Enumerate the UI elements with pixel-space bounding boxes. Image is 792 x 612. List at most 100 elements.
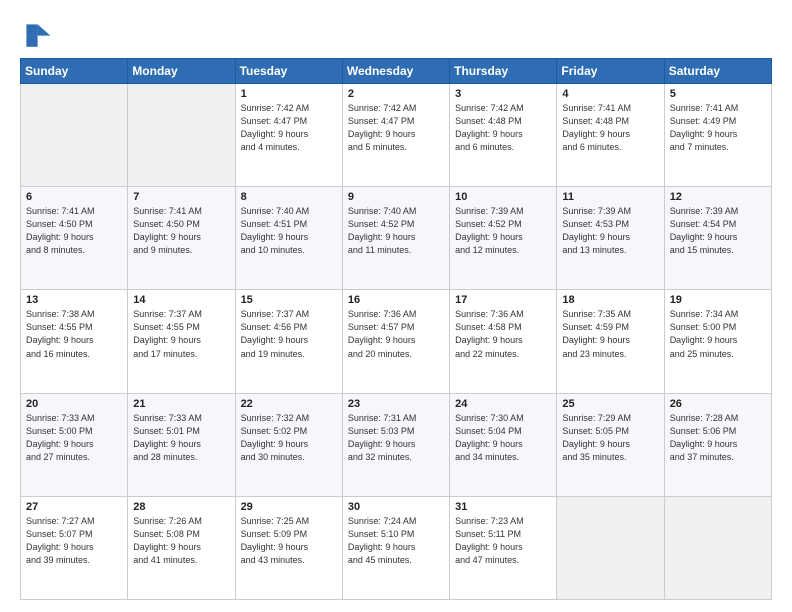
day-info: Sunrise: 7:42 AMSunset: 4:48 PMDaylight:…	[455, 102, 551, 154]
day-number: 10	[455, 191, 551, 203]
day-cell: 3 Sunrise: 7:42 AMSunset: 4:48 PMDaylight…	[450, 84, 557, 187]
day-cell: 25Sunrise: 7:29 AMSunset: 5:05 PMDayligh…	[557, 393, 664, 496]
day-info: Sunrise: 7:42 AMSunset: 4:47 PMDaylight:…	[241, 102, 337, 154]
day-cell: 30 Sunrise: 7:24 AMSunset: 5:10 PMDayligh…	[342, 496, 449, 599]
day-number: 4	[562, 88, 658, 100]
day-cell: 14Sunrise: 7:37 AMSunset: 4:55 PMDayligh…	[128, 290, 235, 393]
day-info: Sunrise: 7:40 AMSunset: 4:52 PMDaylight:…	[348, 205, 444, 257]
day-cell: 10 Sunrise: 7:39 AMSunset: 4:52 PMDayligh…	[450, 187, 557, 290]
day-info: Sunrise: 7:41 AMSunset: 4:50 PMDaylight:…	[26, 205, 122, 257]
day-number: 17	[455, 294, 551, 306]
day-cell: 17 Sunrise: 7:36 AMSunset: 4:58 PMDayligh…	[450, 290, 557, 393]
day-info: Sunrise: 7:31 AMSunset: 5:03 PMDaylight:…	[348, 412, 444, 464]
day-cell: 29 Sunrise: 7:25 AMSunset: 5:09 PMDayligh…	[235, 496, 342, 599]
day-info: Sunrise: 7:29 AMSunset: 5:05 PMDaylight:…	[562, 412, 658, 464]
day-info: Sunrise: 7:34 AMSunset: 5:00 PMDaylight:…	[670, 308, 766, 360]
day-cell	[128, 84, 235, 187]
day-info: Sunrise: 7:41 AMSunset: 4:50 PMDaylight:…	[133, 205, 229, 257]
day-info: Sunrise: 7:27 AMSunset: 5:07 PMDaylight:…	[26, 515, 122, 567]
day-cell: 11Sunrise: 7:39 AMSunset: 4:53 PMDayligh…	[557, 187, 664, 290]
logo-icon	[20, 18, 52, 50]
day-cell	[664, 496, 771, 599]
day-number: 20	[26, 398, 122, 410]
col-header-thursday: Thursday	[450, 59, 557, 84]
day-cell	[557, 496, 664, 599]
day-info: Sunrise: 7:38 AMSunset: 4:55 PMDaylight:…	[26, 308, 122, 360]
week-row-4: 27Sunrise: 7:27 AMSunset: 5:07 PMDayligh…	[21, 496, 772, 599]
day-info: Sunrise: 7:42 AMSunset: 4:47 PMDaylight:…	[348, 102, 444, 154]
day-number: 2	[348, 88, 444, 100]
day-number: 7	[133, 191, 229, 203]
day-cell: 15Sunrise: 7:37 AMSunset: 4:56 PMDayligh…	[235, 290, 342, 393]
day-info: Sunrise: 7:23 AMSunset: 5:11 PMDaylight:…	[455, 515, 551, 567]
day-number: 8	[241, 191, 337, 203]
day-number: 9	[348, 191, 444, 203]
week-row-2: 13Sunrise: 7:38 AMSunset: 4:55 PMDayligh…	[21, 290, 772, 393]
day-info: Sunrise: 7:40 AMSunset: 4:51 PMDaylight:…	[241, 205, 337, 257]
day-cell: 21 Sunrise: 7:33 AMSunset: 5:01 PMDayligh…	[128, 393, 235, 496]
day-info: Sunrise: 7:37 AMSunset: 4:56 PMDaylight:…	[241, 308, 337, 360]
day-number: 28	[133, 501, 229, 513]
day-info: Sunrise: 7:25 AMSunset: 5:09 PMDaylight:…	[241, 515, 337, 567]
day-cell: 4 Sunrise: 7:41 AMSunset: 4:48 PMDaylight…	[557, 84, 664, 187]
day-cell: 23 Sunrise: 7:31 AMSunset: 5:03 PMDayligh…	[342, 393, 449, 496]
day-number: 30	[348, 501, 444, 513]
day-number: 23	[348, 398, 444, 410]
day-info: Sunrise: 7:41 AMSunset: 4:48 PMDaylight:…	[562, 102, 658, 154]
day-info: Sunrise: 7:28 AMSunset: 5:06 PMDaylight:…	[670, 412, 766, 464]
day-cell: 22 Sunrise: 7:32 AMSunset: 5:02 PMDayligh…	[235, 393, 342, 496]
week-row-3: 20 Sunrise: 7:33 AMSunset: 5:00 PMDayligh…	[21, 393, 772, 496]
col-header-friday: Friday	[557, 59, 664, 84]
day-info: Sunrise: 7:39 AMSunset: 4:54 PMDaylight:…	[670, 205, 766, 257]
day-number: 3	[455, 88, 551, 100]
day-info: Sunrise: 7:36 AMSunset: 4:57 PMDaylight:…	[348, 308, 444, 360]
day-cell: 8 Sunrise: 7:40 AMSunset: 4:51 PMDaylight…	[235, 187, 342, 290]
day-number: 22	[241, 398, 337, 410]
day-cell: 16 Sunrise: 7:36 AMSunset: 4:57 PMDayligh…	[342, 290, 449, 393]
col-header-monday: Monday	[128, 59, 235, 84]
day-info: Sunrise: 7:24 AMSunset: 5:10 PMDaylight:…	[348, 515, 444, 567]
header-row: SundayMondayTuesdayWednesdayThursdayFrid…	[21, 59, 772, 84]
day-number: 6	[26, 191, 122, 203]
day-number: 21	[133, 398, 229, 410]
day-cell: 31 Sunrise: 7:23 AMSunset: 5:11 PMDayligh…	[450, 496, 557, 599]
day-info: Sunrise: 7:33 AMSunset: 5:00 PMDaylight:…	[26, 412, 122, 464]
day-info: Sunrise: 7:26 AMSunset: 5:08 PMDaylight:…	[133, 515, 229, 567]
header	[20, 18, 772, 50]
logo	[20, 18, 56, 50]
day-cell: 9 Sunrise: 7:40 AMSunset: 4:52 PMDaylight…	[342, 187, 449, 290]
day-cell: 2 Sunrise: 7:42 AMSunset: 4:47 PMDaylight…	[342, 84, 449, 187]
day-number: 31	[455, 501, 551, 513]
day-cell: 1Sunrise: 7:42 AMSunset: 4:47 PMDaylight…	[235, 84, 342, 187]
week-row-0: 1Sunrise: 7:42 AMSunset: 4:47 PMDaylight…	[21, 84, 772, 187]
day-cell: 28 Sunrise: 7:26 AMSunset: 5:08 PMDayligh…	[128, 496, 235, 599]
col-header-sunday: Sunday	[21, 59, 128, 84]
day-info: Sunrise: 7:33 AMSunset: 5:01 PMDaylight:…	[133, 412, 229, 464]
day-info: Sunrise: 7:32 AMSunset: 5:02 PMDaylight:…	[241, 412, 337, 464]
day-cell: 12Sunrise: 7:39 AMSunset: 4:54 PMDayligh…	[664, 187, 771, 290]
day-cell: 5Sunrise: 7:41 AMSunset: 4:49 PMDaylight…	[664, 84, 771, 187]
col-header-wednesday: Wednesday	[342, 59, 449, 84]
day-cell: 27Sunrise: 7:27 AMSunset: 5:07 PMDayligh…	[21, 496, 128, 599]
day-number: 14	[133, 294, 229, 306]
day-cell: 13Sunrise: 7:38 AMSunset: 4:55 PMDayligh…	[21, 290, 128, 393]
day-number: 16	[348, 294, 444, 306]
day-info: Sunrise: 7:39 AMSunset: 4:52 PMDaylight:…	[455, 205, 551, 257]
day-info: Sunrise: 7:41 AMSunset: 4:49 PMDaylight:…	[670, 102, 766, 154]
col-header-saturday: Saturday	[664, 59, 771, 84]
page: SundayMondayTuesdayWednesdayThursdayFrid…	[0, 0, 792, 612]
day-cell: 20 Sunrise: 7:33 AMSunset: 5:00 PMDayligh…	[21, 393, 128, 496]
day-info: Sunrise: 7:35 AMSunset: 4:59 PMDaylight:…	[562, 308, 658, 360]
day-number: 29	[241, 501, 337, 513]
day-number: 11	[562, 191, 658, 203]
day-number: 24	[455, 398, 551, 410]
day-cell: 7 Sunrise: 7:41 AMSunset: 4:50 PMDaylight…	[128, 187, 235, 290]
day-info: Sunrise: 7:36 AMSunset: 4:58 PMDaylight:…	[455, 308, 551, 360]
day-number: 18	[562, 294, 658, 306]
calendar: SundayMondayTuesdayWednesdayThursdayFrid…	[20, 58, 772, 600]
day-cell	[21, 84, 128, 187]
day-cell: 26Sunrise: 7:28 AMSunset: 5:06 PMDayligh…	[664, 393, 771, 496]
col-header-tuesday: Tuesday	[235, 59, 342, 84]
day-cell: 24Sunrise: 7:30 AMSunset: 5:04 PMDayligh…	[450, 393, 557, 496]
day-cell: 18 Sunrise: 7:35 AMSunset: 4:59 PMDayligh…	[557, 290, 664, 393]
